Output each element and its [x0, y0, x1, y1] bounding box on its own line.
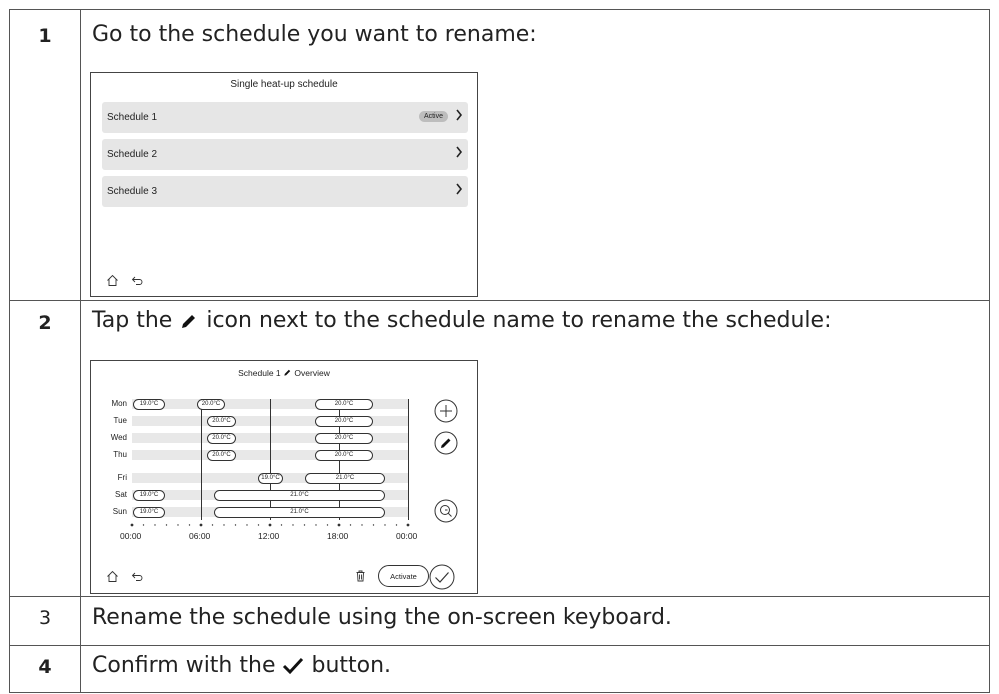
home-icon[interactable]: [106, 274, 119, 287]
temperature-block[interactable]: 20.0°C: [315, 450, 373, 461]
schedule-overview-screen: Schedule 1 Overview Mon Tue Wed Thu Fri …: [90, 360, 478, 594]
step-text-before: Confirm with the: [92, 653, 276, 678]
back-icon[interactable]: [131, 274, 144, 287]
step-text: Go to the schedule you want to rename:: [92, 22, 537, 47]
edit-icon[interactable]: [434, 431, 458, 455]
step-text: Tap the icon next to the schedule name t…: [92, 308, 832, 333]
hour-line: [201, 399, 202, 520]
activate-button[interactable]: Activate: [378, 565, 429, 587]
temperature-block[interactable]: 20.0°C: [207, 416, 236, 427]
time-label: 12:00: [258, 531, 280, 541]
zoom-icon[interactable]: [434, 499, 458, 523]
step-text-after: button.: [311, 653, 392, 678]
step-text-before: Tap the: [92, 308, 173, 333]
temperature-block[interactable]: 21.0°C: [214, 507, 385, 518]
checkmark-icon: [283, 657, 304, 675]
step-text: Rename the schedule using the on-screen …: [92, 605, 672, 630]
column-divider: [80, 10, 81, 692]
step-text-after: icon next to the schedule name to rename…: [206, 308, 832, 333]
temperature-block[interactable]: 20.0°C: [315, 416, 373, 427]
screen-title: Schedule 1 Overview: [91, 368, 477, 378]
step-number: 4: [38, 656, 52, 678]
active-badge: Active: [418, 111, 448, 122]
schedule-row[interactable]: Schedule 2: [102, 139, 468, 170]
day-label: Tue: [113, 416, 128, 425]
time-label: 00:00: [120, 531, 142, 541]
step-number: 2: [38, 312, 52, 334]
day-label: Wed: [110, 433, 127, 442]
edit-name-icon[interactable]: [283, 368, 292, 377]
day-label: Fri: [117, 473, 127, 482]
time-axis: [130, 523, 410, 527]
schedule-name: Schedule 1: [107, 112, 158, 123]
pencil-icon: [182, 315, 196, 328]
step-text: Confirm with the button.: [92, 653, 391, 678]
back-icon[interactable]: [131, 570, 144, 583]
temperature-block[interactable]: 21.0°C: [214, 490, 385, 501]
day-label: Mon: [111, 399, 127, 408]
temperature-block[interactable]: 19.0°C: [258, 473, 283, 484]
temperature-block[interactable]: 20.0°C: [207, 433, 236, 444]
temperature-block[interactable]: 20.0°C: [207, 450, 236, 461]
time-label: 18:00: [327, 531, 349, 541]
screen-title: Single heat-up schedule: [230, 79, 338, 90]
confirm-icon[interactable]: [429, 564, 455, 590]
temperature-block[interactable]: 20.0°C: [315, 399, 373, 410]
temperature-block[interactable]: 19.0°C: [133, 399, 165, 410]
temperature-block[interactable]: 20.0°C: [197, 399, 225, 410]
step-number: 3: [38, 607, 52, 629]
chevron-right-icon: [456, 109, 463, 121]
schedule-name: Schedule 3: [107, 186, 158, 197]
schedule-row[interactable]: Schedule 3: [102, 176, 468, 207]
temperature-block[interactable]: 20.0°C: [315, 433, 373, 444]
time-label: 00:00: [396, 531, 418, 541]
schedule-title-name: Schedule 1: [238, 368, 281, 378]
row-divider: [10, 300, 989, 301]
schedule-name: Schedule 2: [107, 149, 158, 160]
instruction-table: 1 Go to the schedule you want to rename:…: [9, 9, 990, 693]
temperature-block[interactable]: 19.0°C: [133, 490, 165, 501]
time-label: 06:00: [189, 531, 211, 541]
chevron-right-icon: [456, 146, 463, 158]
day-label: Sun: [112, 507, 127, 516]
temperature-block[interactable]: 21.0°C: [305, 473, 385, 484]
step-number: 1: [38, 25, 52, 47]
schedule-row[interactable]: Schedule 1 Active: [102, 102, 468, 133]
schedule-title-view: Overview: [294, 368, 330, 378]
hour-line: [408, 399, 409, 520]
home-icon[interactable]: [106, 570, 119, 583]
add-icon[interactable]: [434, 399, 458, 423]
day-label: Thu: [113, 450, 127, 459]
temperature-block[interactable]: 19.0°C: [133, 507, 165, 518]
delete-icon[interactable]: [355, 570, 366, 582]
schedule-list-screen: Single heat-up schedule Schedule 1 Activ…: [90, 72, 478, 297]
row-divider: [10, 596, 989, 597]
chevron-right-icon: [456, 183, 463, 195]
row-divider: [10, 645, 989, 646]
hour-line: [270, 399, 271, 520]
day-label: Sat: [114, 490, 127, 499]
